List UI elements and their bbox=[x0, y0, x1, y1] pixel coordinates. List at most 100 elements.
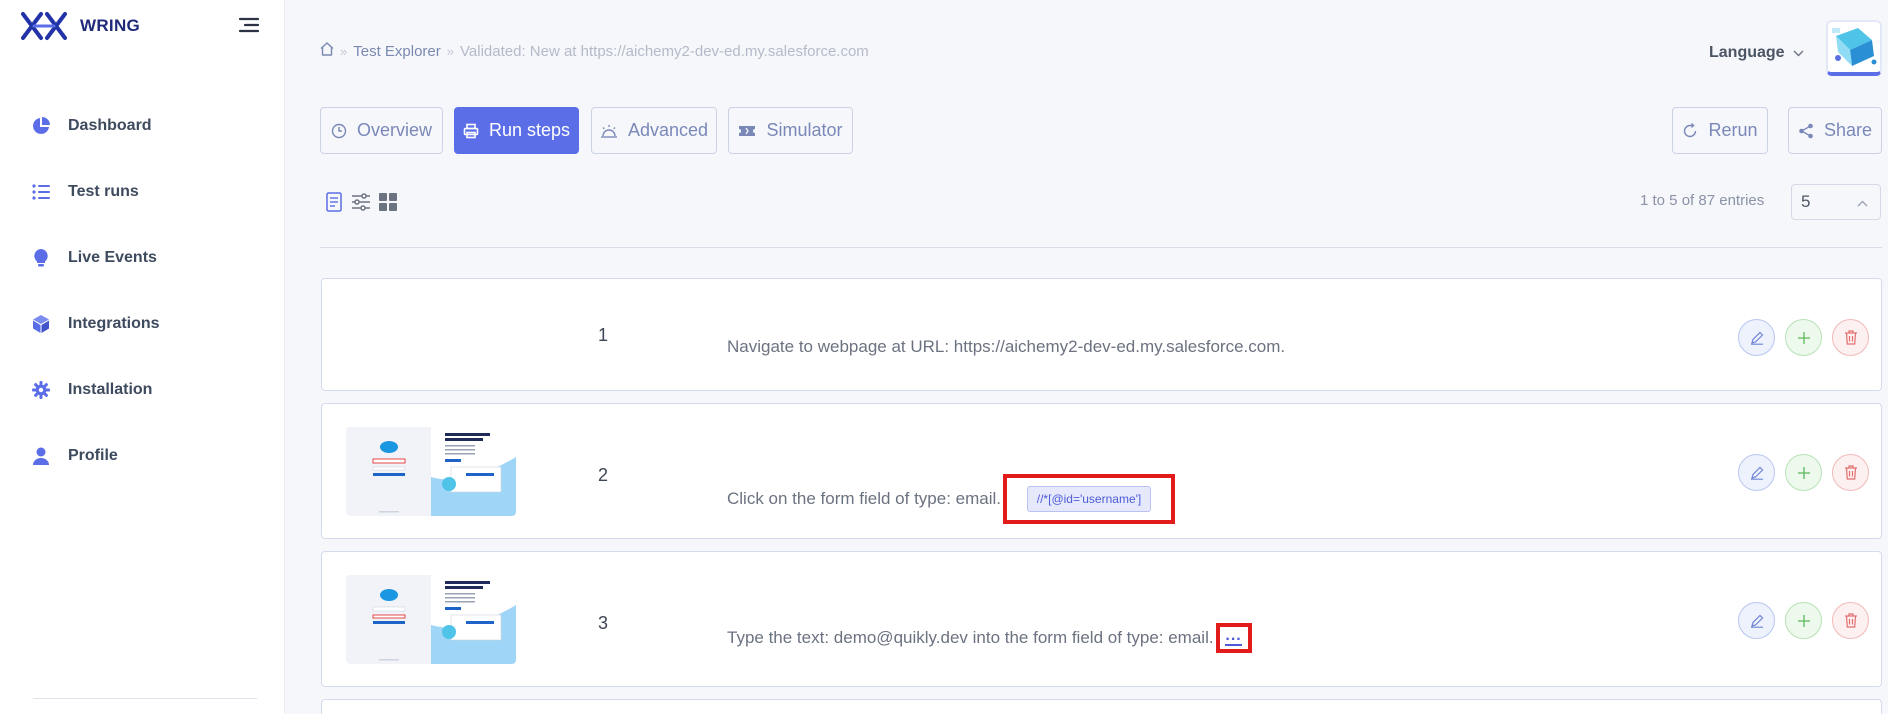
tab-overview[interactable]: Overview bbox=[320, 107, 443, 154]
breadcrumb-separator: » bbox=[446, 43, 455, 59]
step-screenshot-thumbnail[interactable] bbox=[346, 575, 516, 664]
list-icon bbox=[32, 183, 50, 201]
delete-step-button[interactable] bbox=[1832, 602, 1869, 639]
sidebar-item-label: Test runs bbox=[68, 183, 139, 200]
step-card bbox=[321, 699, 1882, 714]
sidebar-item-dashboard[interactable]: Dashboard bbox=[0, 93, 284, 159]
step-card: 1 Navigate to webpage at URL: https://ai… bbox=[321, 278, 1882, 391]
document-view-icon[interactable] bbox=[324, 191, 344, 213]
sidebar-item-label: Installation bbox=[68, 381, 153, 398]
menu-toggle-icon[interactable] bbox=[238, 16, 260, 34]
sidebar-item-label: Integrations bbox=[68, 315, 160, 332]
step-description: Navigate to webpage at URL: https://aich… bbox=[727, 337, 1285, 357]
edit-step-button[interactable] bbox=[1738, 602, 1775, 639]
plus-icon bbox=[1797, 331, 1810, 344]
tab-label: Simulator bbox=[766, 120, 843, 140]
cube-icon bbox=[32, 315, 50, 333]
tab-simulator[interactable]: Simulator bbox=[728, 107, 853, 154]
rerun-label: Rerun bbox=[1708, 120, 1758, 140]
step-description: Click on the form field of type: email. … bbox=[727, 474, 1176, 524]
step-actions bbox=[1738, 454, 1879, 491]
step-card: 3 Type the text: demo@quikly.dev into th… bbox=[321, 551, 1882, 687]
add-step-button[interactable] bbox=[1785, 319, 1822, 356]
trash-icon bbox=[1844, 330, 1857, 345]
user-icon bbox=[32, 447, 50, 465]
chevron-down-icon bbox=[1793, 44, 1804, 62]
edit-step-button[interactable] bbox=[1738, 454, 1775, 491]
clock-icon bbox=[331, 123, 347, 139]
alarm-icon bbox=[600, 123, 618, 139]
step-card: 2 Click on the form field of type: email… bbox=[321, 403, 1882, 539]
share-button[interactable]: Share bbox=[1788, 107, 1882, 154]
pencil-icon bbox=[1750, 614, 1763, 628]
sidebar-nav: Dashboard Test runs Live Events Integrat… bbox=[0, 93, 284, 489]
plus-icon bbox=[1797, 614, 1810, 627]
pencil-icon bbox=[1750, 466, 1763, 480]
edit-step-button[interactable] bbox=[1738, 319, 1775, 356]
sidebar-divider bbox=[33, 698, 257, 699]
pie-chart-icon bbox=[32, 117, 50, 135]
gear-icon bbox=[32, 381, 50, 399]
refresh-icon bbox=[1682, 122, 1698, 139]
trash-icon bbox=[1844, 465, 1857, 480]
selector-badge[interactable]: //*[@id='username'] bbox=[1026, 486, 1152, 512]
sidebar: WRING Dashboard Test runs Live Events In… bbox=[0, 0, 285, 714]
wring-logo-icon bbox=[21, 12, 67, 40]
step-number: 1 bbox=[598, 325, 609, 345]
tab-label: Advanced bbox=[627, 120, 709, 140]
highlight-box: ... bbox=[1215, 623, 1252, 653]
step-text: Navigate to webpage at URL: https://aich… bbox=[727, 337, 1286, 356]
avatar[interactable] bbox=[1826, 20, 1882, 76]
sidebar-item-label: Dashboard bbox=[68, 117, 152, 134]
entries-count: 1 to 5 of 87 entries bbox=[1640, 192, 1765, 209]
ticket-icon bbox=[738, 124, 756, 138]
page-size-select[interactable]: 5 bbox=[1791, 184, 1881, 220]
sliders-icon[interactable] bbox=[351, 191, 371, 213]
page-size-value: 5 bbox=[1801, 192, 1811, 211]
lightbulb-icon bbox=[32, 249, 50, 267]
step-actions bbox=[1738, 319, 1879, 356]
divider bbox=[320, 247, 1882, 248]
tab-advanced[interactable]: Advanced bbox=[591, 107, 717, 154]
rerun-button[interactable]: Rerun bbox=[1672, 107, 1768, 154]
step-text: Type the text: demo@quikly.dev into the … bbox=[727, 628, 1214, 647]
delete-step-button[interactable] bbox=[1832, 319, 1869, 356]
add-step-button[interactable] bbox=[1785, 602, 1822, 639]
brand[interactable]: WRING bbox=[20, 10, 140, 42]
breadcrumb-separator: » bbox=[340, 43, 348, 59]
language-selector[interactable]: Language bbox=[1709, 44, 1804, 62]
trash-icon bbox=[1844, 613, 1857, 628]
step-number: 3 bbox=[598, 613, 609, 633]
share-icon bbox=[1798, 123, 1814, 139]
delete-step-button[interactable] bbox=[1832, 454, 1869, 491]
share-label: Share bbox=[1823, 120, 1873, 140]
sidebar-item-test-runs[interactable]: Test runs bbox=[0, 159, 284, 225]
brand-name: WRING bbox=[80, 16, 141, 35]
tab-run-steps[interactable]: Run steps bbox=[454, 107, 579, 154]
tab-label: Run steps bbox=[488, 120, 571, 140]
breadcrumb-test-explorer[interactable]: Test Explorer bbox=[353, 43, 441, 60]
language-label: Language bbox=[1709, 44, 1785, 61]
more-button[interactable]: ... bbox=[1225, 627, 1242, 646]
sidebar-item-installation[interactable]: Installation bbox=[0, 357, 284, 423]
sidebar-item-live-events[interactable]: Live Events bbox=[0, 225, 284, 291]
step-screenshot-thumbnail[interactable] bbox=[346, 427, 516, 516]
step-description: Type the text: demo@quikly.dev into the … bbox=[727, 623, 1252, 653]
add-step-button[interactable] bbox=[1785, 454, 1822, 491]
sidebar-item-label: Profile bbox=[68, 447, 118, 464]
pencil-icon bbox=[1750, 331, 1763, 345]
chevron-up-icon bbox=[1857, 192, 1868, 212]
view-toggle-group bbox=[324, 191, 405, 213]
highlight-box: //*[@id='username'] bbox=[1003, 474, 1176, 524]
sidebar-item-profile[interactable]: Profile bbox=[0, 423, 284, 489]
step-actions bbox=[1738, 602, 1879, 639]
step-number: 2 bbox=[598, 465, 609, 485]
tab-label: Overview bbox=[356, 120, 432, 140]
home-icon[interactable] bbox=[320, 42, 334, 60]
printer-icon bbox=[463, 123, 479, 139]
breadcrumb-current: Validated: New at https://aichemy2-dev-e… bbox=[460, 42, 869, 60]
sidebar-item-integrations[interactable]: Integrations bbox=[0, 291, 284, 357]
grid-view-icon[interactable] bbox=[378, 191, 398, 213]
plus-icon bbox=[1797, 466, 1810, 479]
step-text: Click on the form field of type: email. bbox=[727, 489, 1002, 508]
